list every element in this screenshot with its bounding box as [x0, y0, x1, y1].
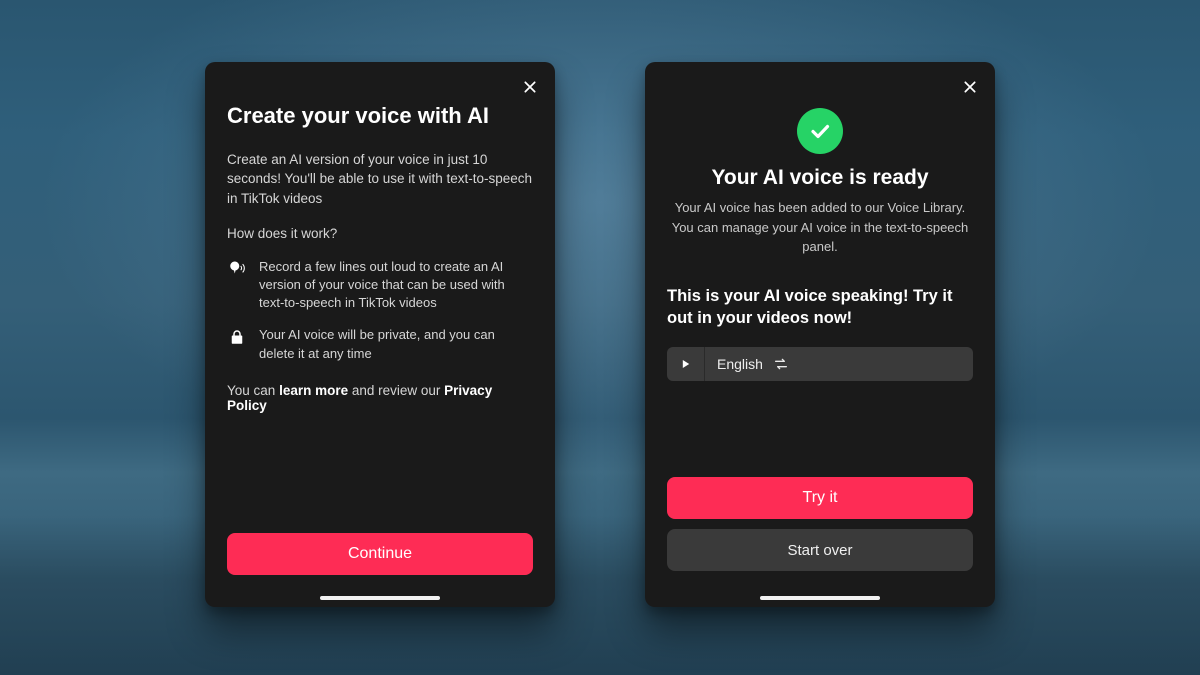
play-sample-button[interactable]	[667, 347, 705, 381]
voice-record-icon	[227, 258, 247, 313]
language-label-wrap: English	[705, 347, 801, 381]
close-button-right[interactable]	[959, 76, 981, 98]
intro-text: Create an AI version of your voice in ju…	[227, 150, 533, 209]
feature-record-text: Record a few lines out loud to create an…	[259, 258, 533, 313]
spacer	[667, 381, 973, 477]
close-icon	[522, 79, 538, 95]
check-icon	[808, 119, 832, 143]
feature-private: Your AI voice will be private, and you c…	[227, 326, 533, 362]
how-does-it-work: How does it work?	[227, 224, 533, 244]
swap-icon	[773, 356, 789, 372]
start-over-button[interactable]: Start over	[667, 529, 973, 571]
close-icon	[962, 79, 978, 95]
create-voice-panel: Create your voice with AI Create an AI v…	[205, 62, 555, 607]
voice-ready-panel: Your AI voice is ready Your AI voice has…	[645, 62, 995, 607]
language-selector[interactable]: English	[667, 347, 973, 381]
panel-title: Create your voice with AI	[227, 102, 533, 130]
stage: Create your voice with AI Create an AI v…	[0, 0, 1200, 675]
close-button-left[interactable]	[519, 76, 541, 98]
play-icon	[682, 359, 690, 369]
learn-mid: and review our	[348, 383, 444, 398]
try-it-button[interactable]: Try it	[667, 477, 973, 519]
success-check-badge	[797, 108, 843, 154]
lock-icon	[227, 326, 247, 362]
continue-button[interactable]: Continue	[227, 533, 533, 575]
panel-title: Your AI voice is ready	[667, 166, 973, 190]
panel-subtitle: Your AI voice has been added to our Voic…	[669, 198, 971, 257]
button-stack: Try it Start over	[667, 477, 973, 571]
sample-speech-text: This is your AI voice speaking! Try it o…	[667, 285, 973, 330]
spacer	[227, 413, 533, 533]
learn-pre: You can	[227, 383, 279, 398]
language-label: English	[717, 356, 763, 372]
learn-more-link[interactable]: learn more	[279, 383, 348, 398]
feature-record: Record a few lines out loud to create an…	[227, 258, 533, 313]
bottom-pad	[227, 575, 533, 589]
feature-private-text: Your AI voice will be private, and you c…	[259, 326, 533, 362]
learn-more-line: You can learn more and review our Privac…	[227, 383, 533, 413]
home-indicator-left	[320, 596, 440, 600]
home-indicator-right	[760, 596, 880, 600]
